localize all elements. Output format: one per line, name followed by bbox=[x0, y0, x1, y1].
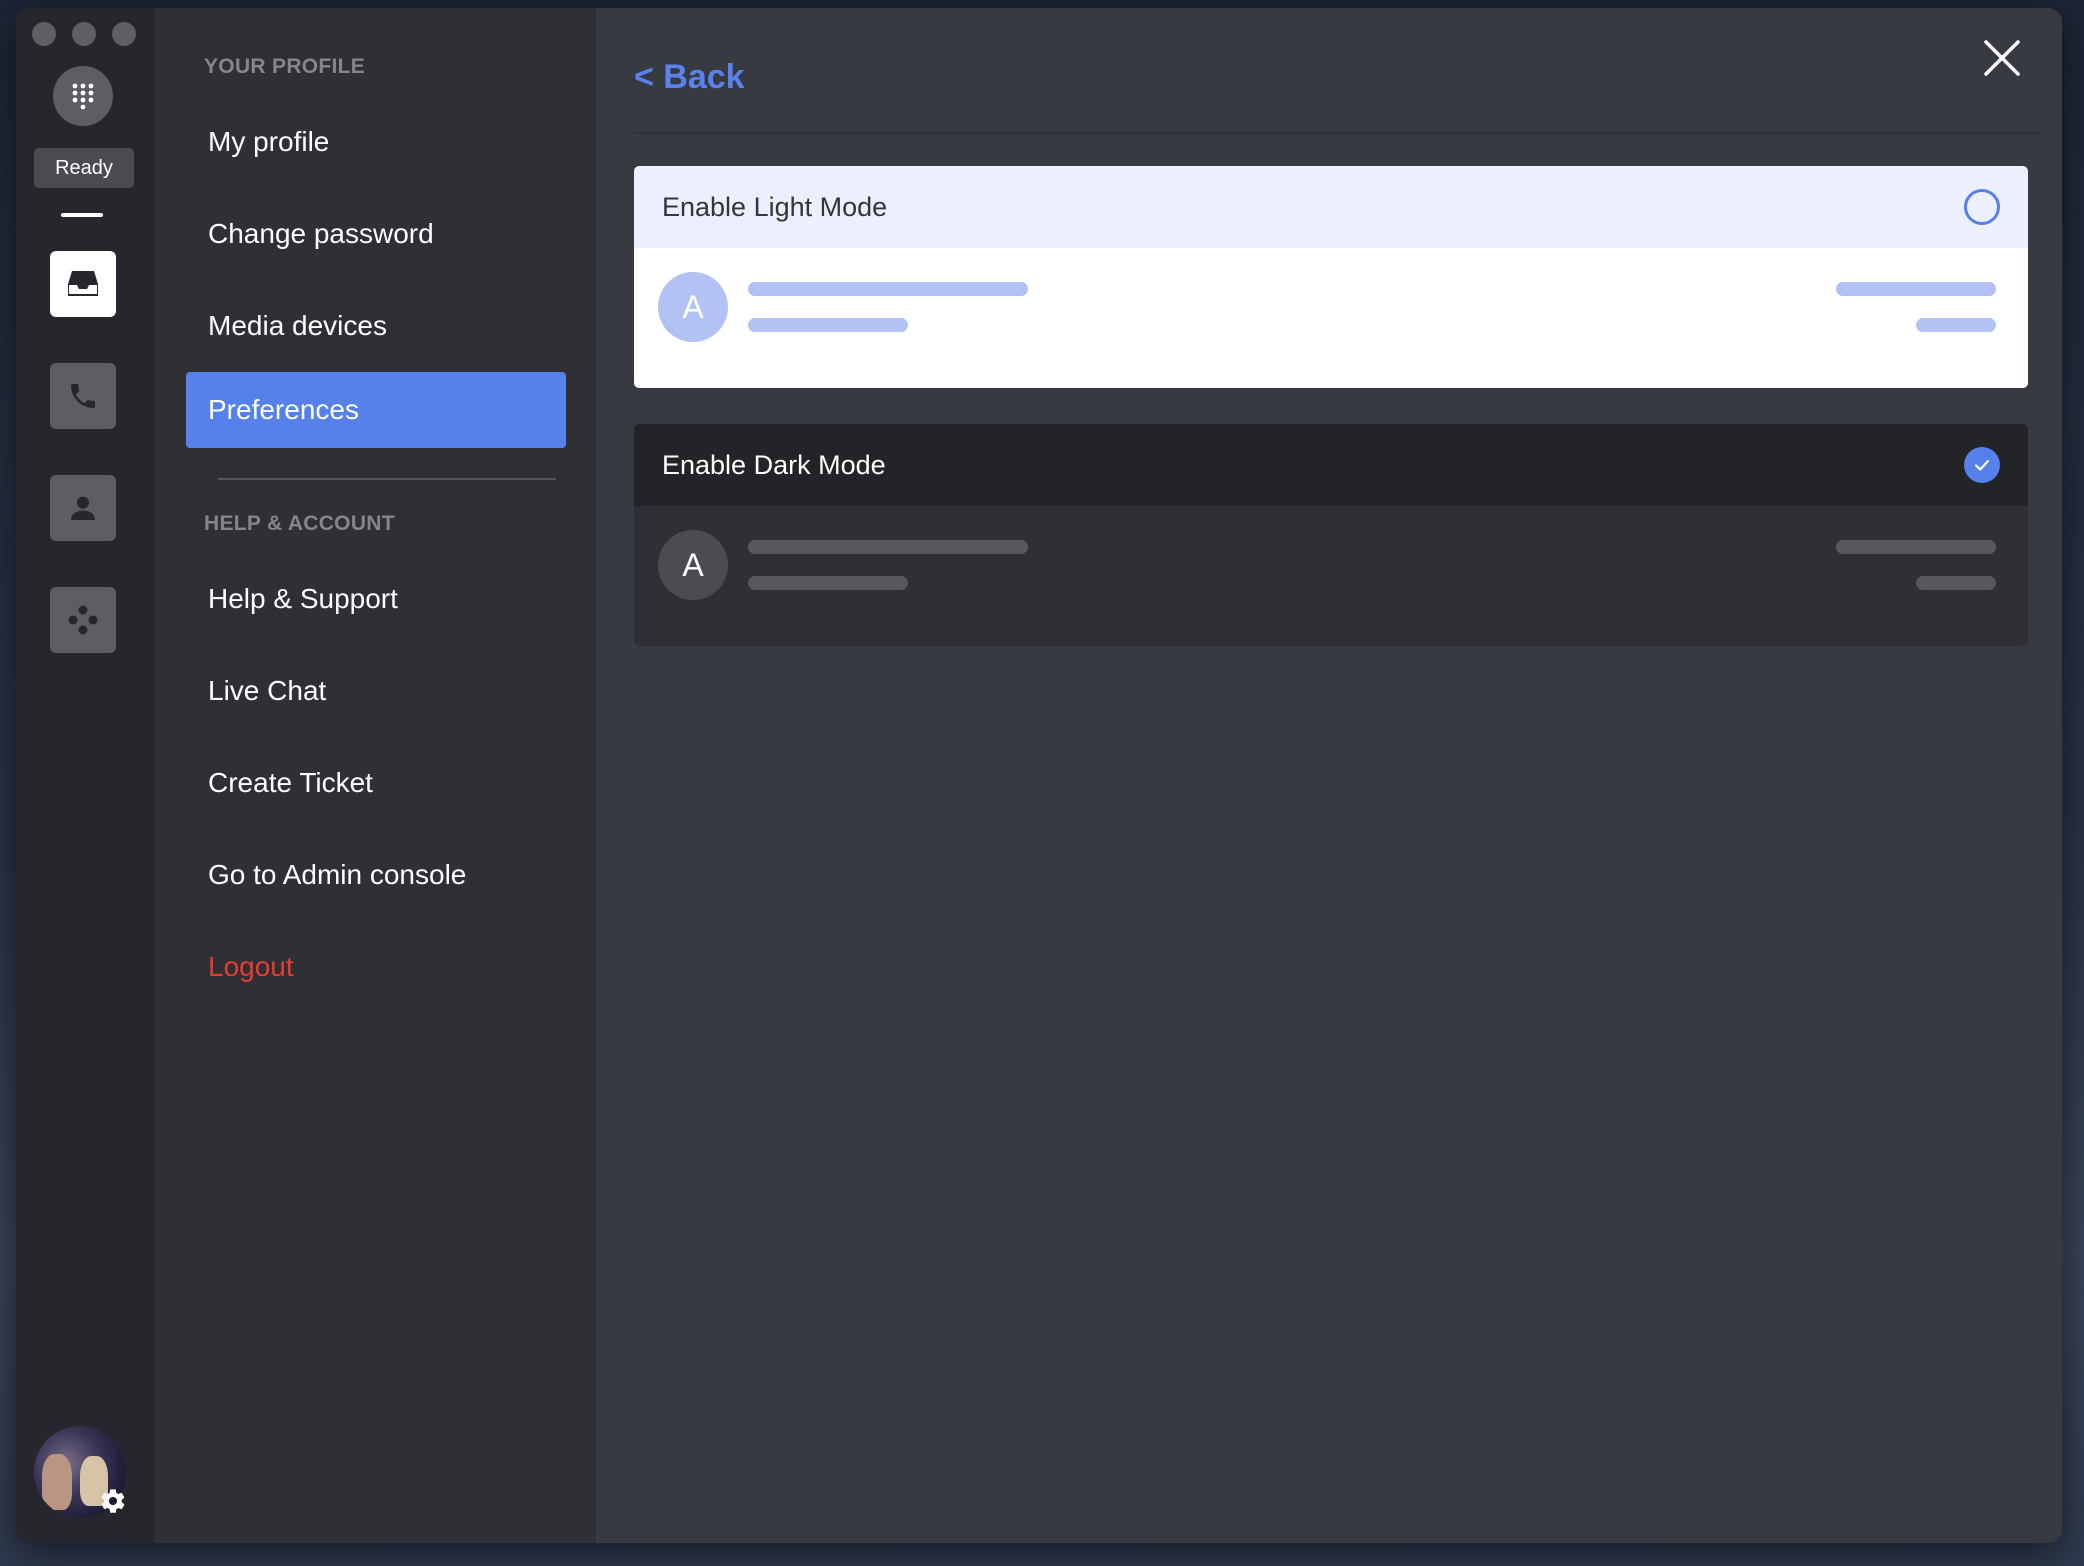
preview-avatar: A bbox=[658, 272, 728, 342]
menu-item-admin-console[interactable]: Go to Admin console bbox=[186, 837, 566, 913]
preview-line bbox=[1836, 282, 1996, 296]
section-header-your-profile: YOUR PROFILE bbox=[204, 55, 366, 78]
contacts-icon bbox=[71, 496, 95, 520]
menu-item-create-ticket[interactable]: Create Ticket bbox=[186, 745, 566, 821]
phone-icon bbox=[71, 384, 95, 408]
preview-line bbox=[1916, 318, 1996, 332]
window-controls bbox=[32, 22, 136, 46]
integrations-icon bbox=[68, 605, 98, 635]
dialpad-icon bbox=[72, 83, 94, 110]
preview-line bbox=[748, 540, 1028, 554]
app-window: Ready YOUR PROFILE My profile Change pas… bbox=[16, 8, 2062, 1543]
preview-line bbox=[748, 282, 1028, 296]
menu-item-change-password[interactable]: Change password bbox=[186, 196, 566, 272]
menu-item-preferences[interactable]: Preferences bbox=[186, 372, 566, 448]
menu-divider bbox=[218, 478, 556, 480]
status-badge[interactable]: Ready bbox=[34, 148, 134, 188]
dark-mode-label: Enable Dark Mode bbox=[662, 449, 886, 480]
close-icon bbox=[1984, 40, 2020, 76]
light-mode-card[interactable]: Enable Light Mode A bbox=[634, 166, 2028, 388]
checkmark-icon bbox=[1974, 459, 1990, 471]
close-button[interactable] bbox=[1978, 34, 2026, 82]
close-window-button[interactable] bbox=[32, 22, 56, 46]
menu-item-my-profile[interactable]: My profile bbox=[186, 104, 566, 180]
dark-mode-card[interactable]: Enable Dark Mode A bbox=[634, 424, 2028, 646]
rail-divider bbox=[61, 213, 103, 217]
light-mode-option[interactable]: Enable Light Mode bbox=[634, 166, 2028, 248]
preview-line bbox=[748, 576, 908, 590]
preview-avatar: A bbox=[658, 530, 728, 600]
back-link[interactable]: < Back bbox=[634, 58, 745, 97]
gear-icon bbox=[101, 1489, 125, 1513]
preview-line bbox=[1836, 540, 1996, 554]
preview-line bbox=[1916, 576, 1996, 590]
rail-contacts-button[interactable] bbox=[50, 475, 116, 541]
rail-calls-button[interactable] bbox=[50, 363, 116, 429]
left-rail: Ready bbox=[16, 8, 154, 1543]
light-mode-radio[interactable] bbox=[1964, 189, 2000, 225]
light-mode-label: Enable Light Mode bbox=[662, 191, 888, 222]
logout-button[interactable]: Logout bbox=[186, 929, 566, 1005]
menu-item-help-support[interactable]: Help & Support bbox=[186, 561, 566, 637]
dark-mode-radio[interactable] bbox=[1964, 447, 2000, 483]
dark-mode-preview: A bbox=[634, 506, 2028, 646]
header-divider bbox=[634, 132, 2042, 134]
light-mode-preview: A bbox=[634, 248, 2028, 388]
avatar-figure bbox=[42, 1454, 72, 1510]
rail-inbox-button[interactable] bbox=[50, 251, 116, 317]
maximize-window-button[interactable] bbox=[112, 22, 136, 46]
menu-item-live-chat[interactable]: Live Chat bbox=[186, 653, 566, 729]
settings-button[interactable] bbox=[96, 1484, 130, 1518]
section-header-help-account: HELP & ACCOUNT bbox=[204, 512, 395, 535]
dark-mode-option[interactable]: Enable Dark Mode bbox=[634, 424, 2028, 506]
dialpad-button[interactable] bbox=[53, 66, 113, 126]
menu-item-media-devices[interactable]: Media devices bbox=[186, 288, 566, 364]
inbox-icon bbox=[68, 271, 98, 296]
settings-menu: YOUR PROFILE My profile Change password … bbox=[154, 8, 596, 1543]
rail-integrations-button[interactable] bbox=[50, 587, 116, 653]
preview-line bbox=[748, 318, 908, 332]
minimize-window-button[interactable] bbox=[72, 22, 96, 46]
